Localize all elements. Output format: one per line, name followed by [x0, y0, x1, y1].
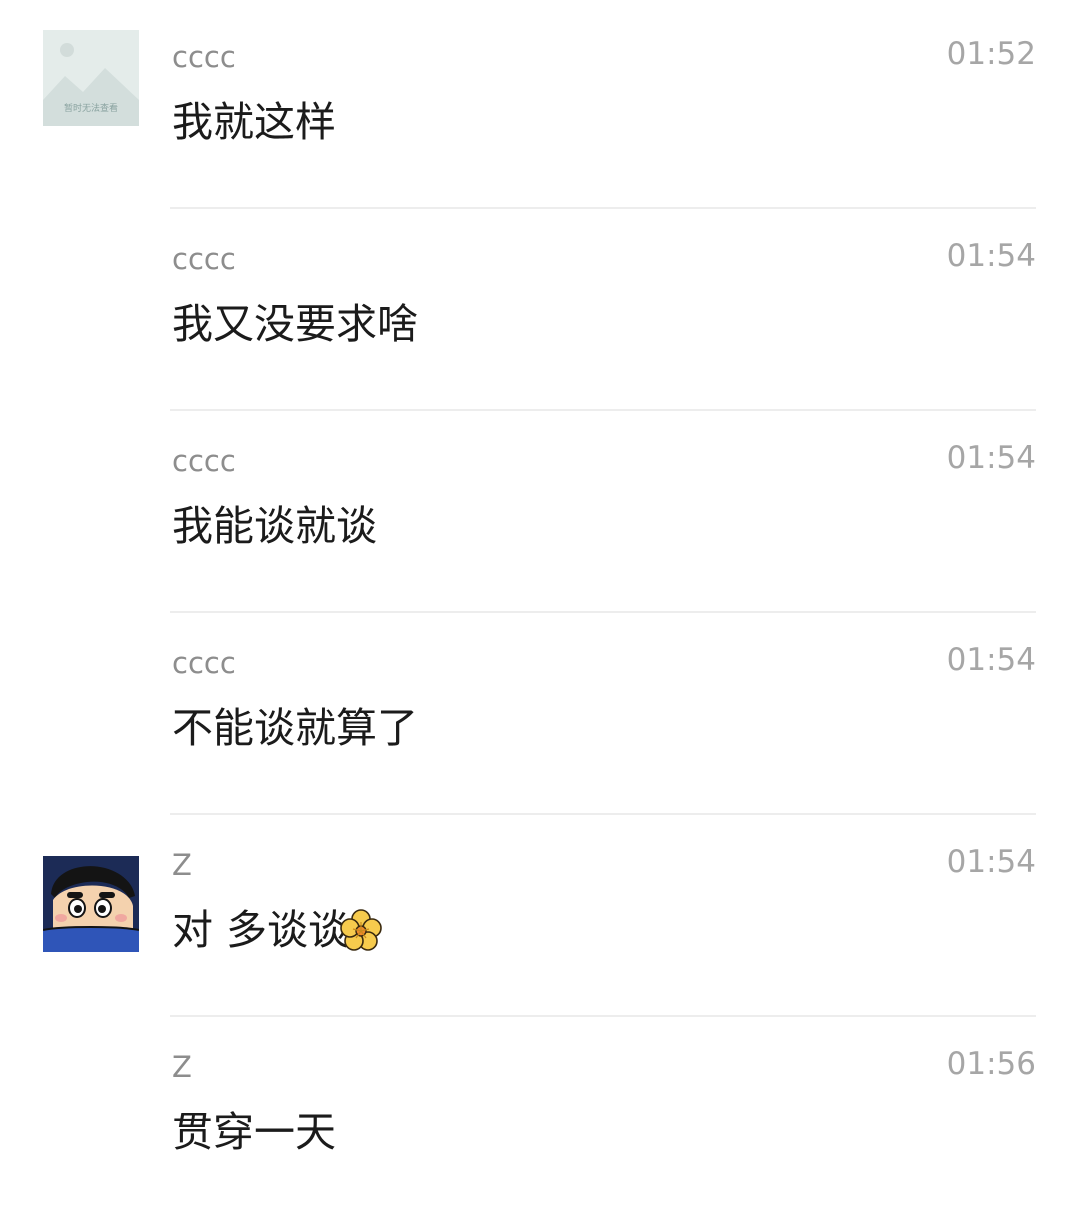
message-text: 对 多谈谈: [172, 906, 350, 954]
message-text-row: 对 多谈谈: [172, 905, 383, 955]
sender-name: cccc: [172, 444, 236, 478]
message-text: 贯穿一天: [172, 1108, 336, 1156]
sender-name: Z: [172, 848, 192, 882]
sender-name: Z: [172, 1050, 192, 1084]
message-time: 01:54: [946, 844, 1036, 880]
sender-name: cccc: [172, 242, 236, 276]
message-time: 01:54: [946, 440, 1036, 476]
message-time: 01:56: [946, 1046, 1036, 1082]
message-item[interactable]: cccc 01:54 我能谈就谈: [0, 411, 1080, 613]
svg-text:暂时无法查看: 暂时无法查看: [64, 102, 118, 114]
sender-avatar[interactable]: 暂时无法查看: [43, 30, 139, 126]
sender-avatar[interactable]: [43, 856, 139, 952]
message-time: 01:52: [946, 36, 1036, 72]
sender-name: cccc: [172, 40, 236, 74]
cartoon-boy-avatar-icon: [43, 856, 139, 952]
sender-name: cccc: [172, 646, 236, 680]
message-item[interactable]: cccc 01:54 我又没要求啥: [0, 209, 1080, 411]
message-time: 01:54: [946, 642, 1036, 678]
message-item[interactable]: Z 01:54 对 多谈谈: [0, 815, 1080, 1017]
message-item[interactable]: Z 01:56 贯穿一天: [0, 1017, 1080, 1219]
flower-icon: [339, 908, 383, 952]
message-text: 不能谈就算了: [172, 704, 418, 752]
message-text: 我就这样: [172, 98, 336, 146]
message-item[interactable]: 暂时无法查看 cccc 01:52 我就这样: [0, 7, 1080, 209]
message-text: 我能谈就谈: [172, 502, 377, 550]
message-text: 我又没要求啥: [172, 300, 418, 348]
message-item[interactable]: cccc 01:54 不能谈就算了: [0, 613, 1080, 815]
image-unavailable-icon: 暂时无法查看: [43, 30, 139, 126]
message-time: 01:54: [946, 238, 1036, 274]
